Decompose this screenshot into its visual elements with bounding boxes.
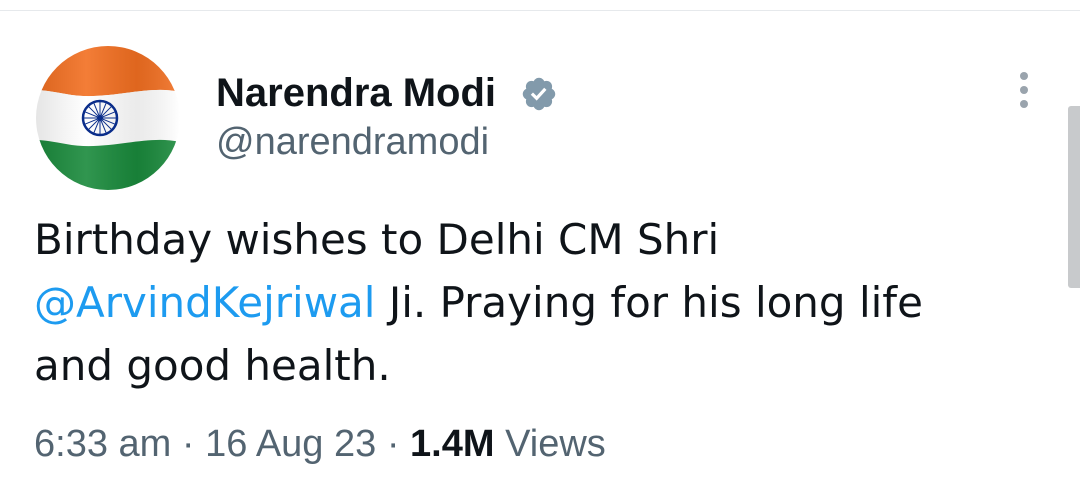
views-count[interactable]: 1.4M bbox=[410, 423, 494, 465]
meta-separator: · bbox=[376, 423, 411, 465]
vertical-ellipsis-dot bbox=[1020, 100, 1028, 108]
author-display-name[interactable]: Narendra Modi bbox=[216, 70, 496, 116]
tweet-text-line: @ArvindKejriwal Ji. Praying for his long… bbox=[34, 271, 1044, 334]
more-options-button[interactable] bbox=[1008, 70, 1040, 110]
tweet-text: Birthday wishes to Delhi CM Shri @Arvind… bbox=[34, 208, 1044, 397]
meta-separator: · bbox=[171, 423, 206, 465]
views-label: Views bbox=[494, 423, 606, 465]
verified-badge-icon[interactable] bbox=[520, 75, 558, 113]
tweet-text-segment: Ji. Praying for his long life bbox=[375, 278, 923, 327]
tweet-time[interactable]: 6:33 am bbox=[34, 423, 171, 465]
top-divider bbox=[0, 10, 1080, 11]
author-avatar[interactable] bbox=[36, 46, 180, 190]
tweet-meta: 6:33 am · 16 Aug 23 · 1.4M Views bbox=[34, 420, 606, 468]
scrollbar[interactable] bbox=[1068, 106, 1080, 288]
tweet-date[interactable]: 16 Aug 23 bbox=[205, 423, 376, 465]
mention-link[interactable]: @ArvindKejriwal bbox=[34, 278, 375, 327]
tweet-text-line: Birthday wishes to Delhi CM Shri bbox=[34, 215, 720, 264]
author-handle[interactable]: @narendramodi bbox=[216, 120, 489, 164]
vertical-ellipsis-icon bbox=[1020, 72, 1028, 80]
indian-flag-icon bbox=[36, 46, 180, 190]
vertical-ellipsis-dot bbox=[1020, 86, 1028, 94]
tweet-text-line: and good health. bbox=[34, 341, 391, 390]
